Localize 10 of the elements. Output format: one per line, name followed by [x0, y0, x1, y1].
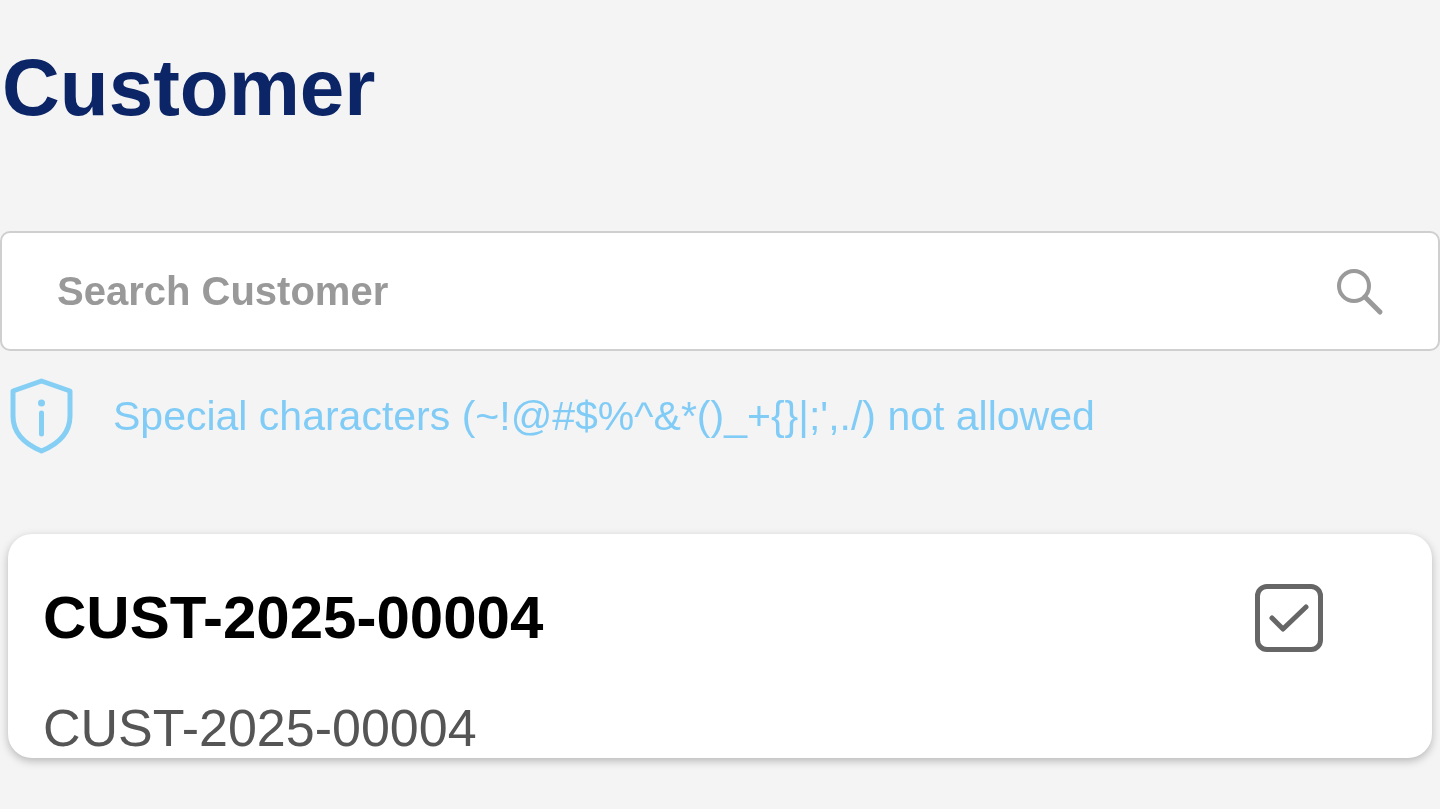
checkbox[interactable]	[1255, 584, 1323, 652]
customer-subtitle: CUST-2025-00004	[43, 702, 477, 754]
customer-title: CUST-2025-00004	[43, 588, 544, 648]
customer-card[interactable]: CUST-2025-00004 CUST-2025-00004	[8, 534, 1432, 758]
check-icon	[1269, 604, 1309, 632]
shield-info-icon	[8, 378, 75, 454]
hint-text: Special characters (~!@#$%^&*()_+{}|;',./) not allowed	[113, 395, 1095, 437]
search-field[interactable]: Search Customer	[0, 231, 1440, 351]
page-title: Customer	[2, 48, 376, 128]
search-icon[interactable]	[1334, 266, 1384, 316]
